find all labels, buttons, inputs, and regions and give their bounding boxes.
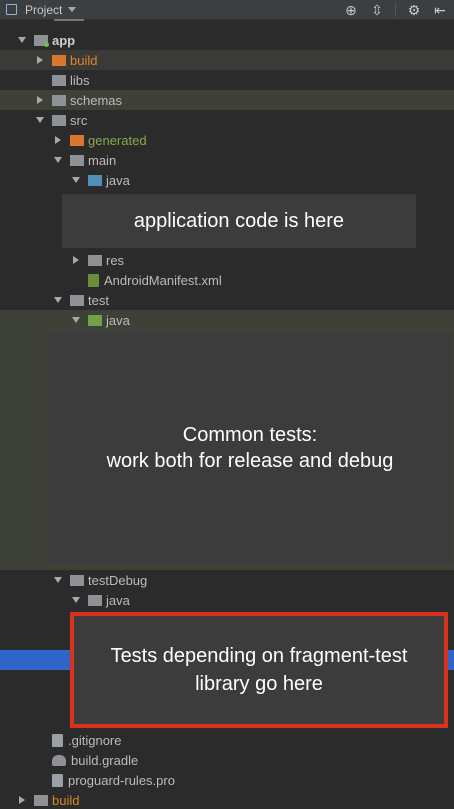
chevron-down-icon[interactable] bbox=[68, 7, 77, 12]
tree-item-label: schemas bbox=[70, 92, 123, 108]
tree-item-schemas[interactable]: schemas bbox=[0, 90, 454, 110]
file-icon bbox=[52, 733, 63, 747]
tree-item-label: build bbox=[52, 792, 80, 808]
chevron-right-icon[interactable] bbox=[34, 54, 46, 66]
tree-item-label: build bbox=[70, 52, 98, 68]
tree-item-label: libs bbox=[70, 72, 90, 88]
tree-item-res[interactable]: res bbox=[0, 250, 454, 270]
partial-row bbox=[0, 16, 454, 24]
tree-item-label: test bbox=[88, 292, 109, 308]
folder-icon bbox=[70, 574, 84, 586]
tree-item-label: java bbox=[106, 172, 130, 188]
tree-item-label: app bbox=[52, 32, 76, 48]
tree-item-src[interactable]: src bbox=[0, 110, 454, 130]
folder-icon bbox=[34, 794, 48, 806]
chevron-right-icon[interactable] bbox=[70, 254, 82, 266]
tree-item-label: generated bbox=[88, 132, 147, 148]
tree-item-testdebug-java[interactable]: java bbox=[0, 590, 454, 610]
tree-item-testdebug[interactable]: testDebug bbox=[0, 570, 454, 590]
callout-main-code: application code is here bbox=[62, 194, 416, 248]
tree-item-label: src bbox=[70, 112, 88, 128]
callout-common-tests: Common tests: work both for release and … bbox=[47, 332, 453, 564]
tree-item-libs[interactable]: libs bbox=[0, 70, 454, 90]
folder-icon bbox=[88, 314, 102, 326]
tree-item-label: AndroidManifest.xml bbox=[104, 272, 222, 288]
tree-item-root-build[interactable]: build bbox=[0, 790, 454, 809]
tree-item-label: java bbox=[106, 312, 130, 328]
tree-item-label: res bbox=[106, 252, 125, 268]
manifest-file-icon bbox=[88, 273, 99, 287]
folder-icon bbox=[52, 94, 66, 106]
chevron-right-icon[interactable] bbox=[16, 794, 28, 806]
tree-item-build-gradle[interactable]: build.gradle bbox=[0, 750, 454, 770]
folder-icon bbox=[88, 594, 102, 606]
chevron-right-icon[interactable] bbox=[52, 134, 64, 146]
folder-icon bbox=[52, 54, 66, 66]
tree-item-main[interactable]: main bbox=[0, 150, 454, 170]
tree-item-generated[interactable]: generated bbox=[0, 130, 454, 150]
folder-icon bbox=[70, 154, 84, 166]
project-icon bbox=[6, 4, 17, 15]
tree-item-proguard[interactable]: proguard-rules.pro bbox=[0, 770, 454, 790]
chevron-down-icon[interactable] bbox=[52, 574, 64, 586]
tree-item-label: testDebug bbox=[88, 572, 148, 588]
callout-common-text: Common tests: work both for release and … bbox=[106, 424, 394, 472]
tree-item-label: main bbox=[88, 152, 117, 168]
tree-item-build[interactable]: build bbox=[0, 50, 454, 70]
tree-item-test[interactable]: test bbox=[0, 290, 454, 310]
callout-debug-text: Tests depending on fragment-test library… bbox=[110, 645, 408, 695]
gradle-icon bbox=[52, 754, 66, 766]
tree-item-main-java[interactable]: java bbox=[0, 170, 454, 190]
callout-main-text: application code is here bbox=[133, 209, 345, 232]
tree-item-app[interactable]: app bbox=[0, 30, 454, 50]
file-icon bbox=[52, 773, 63, 787]
chevron-down-icon[interactable] bbox=[70, 174, 82, 186]
toolbar-divider bbox=[395, 3, 396, 17]
folder-icon bbox=[70, 134, 84, 146]
chevron-down-icon[interactable] bbox=[34, 114, 46, 126]
chevron-down-icon[interactable] bbox=[52, 154, 64, 166]
tree-item-label: proguard-rules.pro bbox=[68, 772, 175, 788]
tree-item-label: .gitignore bbox=[68, 732, 122, 748]
folder-icon bbox=[52, 74, 66, 86]
resource-folder-icon bbox=[88, 254, 102, 266]
folder-icon bbox=[88, 174, 102, 186]
chevron-down-icon[interactable] bbox=[52, 294, 64, 306]
callout-debug-tests: Tests depending on fragment-test library… bbox=[70, 612, 448, 728]
tree-item-test-java[interactable]: java bbox=[0, 310, 454, 330]
chevron-down-icon[interactable] bbox=[70, 594, 82, 606]
tree-item-label: build.gradle bbox=[71, 752, 139, 768]
tree-item-gitignore[interactable]: .gitignore bbox=[0, 730, 454, 750]
chevron-right-icon[interactable] bbox=[34, 94, 46, 106]
folder-icon bbox=[70, 294, 84, 306]
chevron-down-icon[interactable] bbox=[70, 314, 82, 326]
tree-item-manifest[interactable]: AndroidManifest.xml bbox=[0, 270, 454, 290]
module-indicator-icon bbox=[44, 42, 49, 47]
tree-item-label: java bbox=[106, 592, 130, 608]
chevron-down-icon[interactable] bbox=[16, 34, 28, 46]
project-view-title[interactable]: Project bbox=[25, 3, 62, 17]
folder-icon bbox=[52, 114, 66, 126]
